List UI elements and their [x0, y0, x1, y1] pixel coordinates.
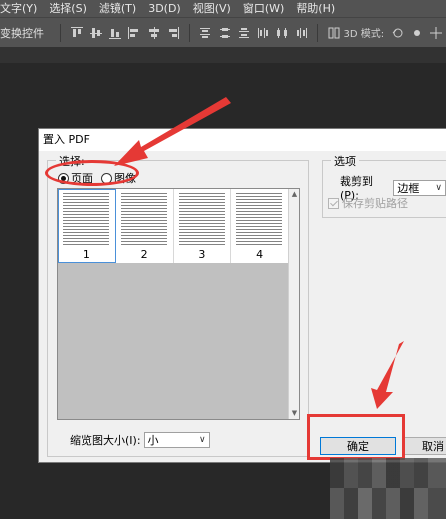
thumbnail-page[interactable]: 1	[58, 189, 116, 263]
thumbnail-list: 1 2 3 4	[58, 189, 289, 263]
blurred-region	[330, 488, 446, 519]
options-group-title: 选项	[331, 153, 359, 169]
align-bottom-edges-icon[interactable]	[108, 25, 123, 41]
align-top-edges-icon[interactable]	[69, 25, 84, 41]
menu-3d[interactable]: 3D(D)	[142, 0, 187, 17]
3d-roll-icon[interactable]	[409, 25, 424, 41]
crop-to-value: 边框	[397, 181, 420, 195]
distribute-vcenter-icon[interactable]	[217, 25, 232, 41]
menu-select[interactable]: 选择(S)	[43, 0, 93, 17]
menu-filter[interactable]: 滤镜(T)	[93, 0, 142, 17]
align-horizontal-centers-icon[interactable]	[146, 25, 161, 41]
thumbnail-page[interactable]: 2	[115, 189, 174, 263]
3d-mode-label: 3D 模式:	[343, 29, 385, 40]
3d-rotate-icon[interactable]	[390, 25, 405, 41]
save-clip-path-row: 保存剪贴路径	[328, 195, 408, 211]
crop-to-select[interactable]: 边框 ∨	[393, 179, 446, 196]
page-preview	[236, 193, 283, 245]
page-thumbnail-pane[interactable]: 1 2 3 4 ▲ ▼	[57, 188, 300, 420]
save-clip-path-checkbox[interactable]	[328, 197, 339, 209]
highlight-ellipse	[45, 160, 139, 186]
separator	[60, 23, 61, 42]
thumbnail-number: 4	[256, 248, 264, 261]
thumbnail-size-select[interactable]: 小 ∨	[143, 432, 210, 448]
page-preview	[120, 193, 167, 245]
distribute-hcenter-icon[interactable]	[275, 25, 290, 41]
thumbnail-size-label: 缩览图大小(I):	[70, 434, 141, 447]
menu-window[interactable]: 窗口(W)	[237, 0, 290, 17]
auto-align-icon[interactable]	[326, 25, 341, 41]
menu-help[interactable]: 帮助(H)	[290, 0, 341, 17]
thumbnail-page[interactable]: 3	[173, 189, 232, 263]
align-left-edges-icon[interactable]	[127, 25, 142, 41]
thumbnail-number: 2	[140, 248, 148, 261]
page-preview	[178, 193, 225, 245]
page-preview	[63, 193, 109, 245]
menu-view[interactable]: 视图(V)	[187, 0, 237, 17]
distribute-left-icon[interactable]	[255, 25, 270, 41]
menu-type[interactable]: 文字(Y)	[0, 0, 43, 17]
chevron-down-icon: ∨	[198, 435, 206, 445]
thumbnail-number: 3	[198, 248, 206, 261]
align-vertical-centers-icon[interactable]	[88, 25, 103, 41]
save-clip-path-label: 保存剪贴路径	[342, 197, 408, 210]
3d-drag-icon[interactable]	[429, 25, 444, 41]
dialog-title: 置入 PDF	[39, 129, 446, 151]
align-right-edges-icon[interactable]	[165, 25, 180, 41]
thumbnail-scrollbar[interactable]: ▲ ▼	[288, 189, 299, 419]
distribute-right-icon[interactable]	[294, 25, 309, 41]
separator	[317, 23, 319, 42]
thumbnail-size-value: 小	[147, 434, 159, 447]
transform-controls-label[interactable]: 变换控件	[0, 25, 44, 41]
highlight-box	[307, 414, 405, 460]
distribute-bottom-icon[interactable]	[236, 25, 251, 41]
thumbnail-number: 1	[82, 248, 90, 261]
distribute-top-icon[interactable]	[198, 25, 213, 41]
menu-bar: 文字(Y) 选择(S) 滤镜(T) 3D(D) 视图(V) 窗口(W) 帮助(H…	[0, 0, 446, 17]
thumbnail-page[interactable]: 4	[231, 189, 289, 263]
scroll-up-icon[interactable]: ▲	[291, 191, 298, 198]
options-bar: 变换控件 3D 模式:	[0, 17, 446, 47]
document-tab-strip	[0, 47, 446, 63]
thumbnail-size-row: 缩览图大小(I): 小 ∨	[70, 432, 210, 448]
chevron-down-icon: ∨	[435, 182, 442, 193]
cancel-button[interactable]: 取消	[403, 437, 446, 455]
separator	[188, 23, 190, 42]
scroll-down-icon[interactable]: ▼	[291, 410, 298, 417]
